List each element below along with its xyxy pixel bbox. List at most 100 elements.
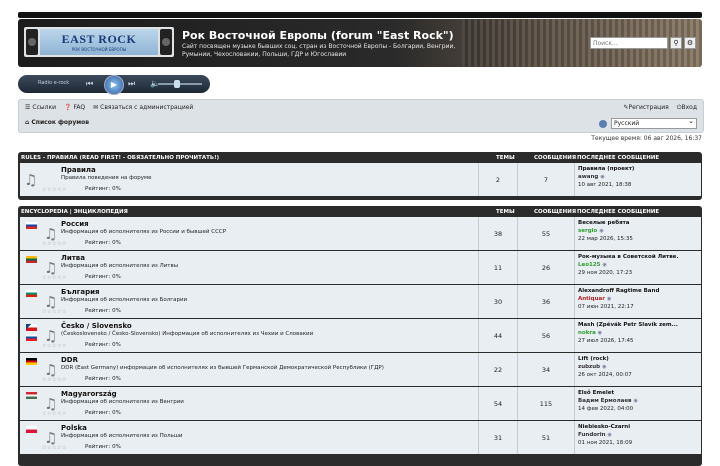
play-button[interactable]: ▶ [104, 75, 124, 95]
site-description: Сайт посвящен музыке бывших соц. стран и… [182, 43, 456, 58]
last-post-title[interactable]: Mash (Zpěvák Petr Slavík zem... [578, 322, 678, 328]
rewind-button[interactable]: ⏮ [86, 79, 93, 89]
view-post-icon[interactable]: ◉ [599, 228, 603, 234]
rating-stars-icon[interactable]: ☆☆☆☆☆ [42, 411, 67, 417]
last-post-author[interactable]: Fundorin [578, 432, 606, 438]
category-title[interactable]: RULES - ПРАВИЛА (READ FIRST! - ОБЯЗАТЕЛЬ… [21, 155, 219, 161]
last-post-author[interactable]: nokra [578, 330, 596, 336]
forum-description: Информация об исполнителях из России и б… [61, 229, 227, 235]
volume-knob[interactable] [174, 80, 180, 88]
last-post-author[interactable]: zubzub [578, 364, 600, 370]
rating-stars-icon[interactable]: ☆☆☆☆☆ [42, 187, 67, 193]
last-post-title[interactable]: Правила (проект) [578, 166, 634, 172]
last-post-title[interactable]: Niebiesko-Czarni [578, 424, 630, 430]
rating-stars-icon[interactable]: ☆☆☆☆☆ [42, 309, 67, 315]
topics-header: ТЕМЫ [496, 154, 515, 161]
forum-title[interactable]: Россия [61, 220, 89, 228]
forum-title[interactable]: Polska [61, 424, 87, 432]
register-link[interactable]: ✎Регистрация [623, 104, 668, 112]
forum-title[interactable]: Česko / Slovensko [61, 322, 132, 330]
last-post-author[interactable]: Вадим Ермолаев [578, 398, 632, 404]
last-post-author[interactable]: awang [578, 174, 598, 180]
forum-row[interactable]: ♫ Правила Правила поведения на форуме ☆☆☆☆☆… [20, 163, 701, 196]
forum-row[interactable]: ♫ Россия Информация об исполнителях из Рос… [20, 217, 701, 250]
home-icon: ⌂ [25, 119, 30, 126]
encyclopedia-category: ENCYCLOPEDIA | ЭНЦИКЛОПЕДИЯ ТЕМЫ СООБЩЕН… [18, 206, 702, 466]
last-post-title[interactable]: Lift (rock) [578, 356, 609, 362]
flag-icon [26, 256, 37, 263]
last-post-author[interactable]: Leo125 [578, 262, 601, 268]
language-select[interactable]: Русский [611, 117, 697, 129]
links-link[interactable]: ☰ Ссылки [25, 104, 56, 111]
advanced-search-button[interactable]: ⚙ [684, 37, 696, 49]
topics-header: ТЕМЫ [496, 208, 515, 215]
play-icon: ▶ [110, 80, 118, 89]
view-post-icon[interactable]: ◉ [602, 364, 606, 370]
flag-icon [26, 358, 37, 365]
flag-icon [26, 222, 37, 229]
posts-count: 36 [517, 285, 574, 318]
breadcrumb[interactable]: ⌂ Список форумов [25, 119, 89, 126]
search-input[interactable] [590, 37, 668, 49]
forum-title[interactable]: Литва [61, 254, 85, 262]
rating-stars-icon[interactable]: ☆☆☆☆☆ [42, 445, 67, 451]
last-post: Веселые ребята sergio ◉ 22 мар 2026, 15:35 [574, 217, 701, 250]
current-time: Текущее время: 06 авг 2026, 16:37 [591, 135, 702, 142]
site-title: Рок Восточной Европы (forum "East Rock") [182, 29, 454, 42]
forum-title[interactable]: Magyarország [61, 390, 117, 398]
forward-button[interactable]: ⏭ [128, 79, 135, 89]
topics-count: 2 [478, 163, 517, 196]
last-post-date: 07 июн 2021, 22:17 [578, 304, 634, 310]
rules-category: RULES - ПРАВИЛА (READ FIRST! - ОБЯЗАТЕЛЬ… [18, 152, 702, 200]
forum-description: Информация об исполнителях из Литвы [61, 263, 179, 269]
rating-stars-icon[interactable]: ☆☆☆☆☆ [42, 241, 67, 247]
forum-rating: Рейтинг: 0% [85, 444, 121, 450]
volume-slider[interactable] [158, 83, 202, 85]
last-post-title[interactable]: Веселые ребята [578, 220, 630, 226]
last-post-title[interactable]: Alexandroff Ragtime Band [578, 288, 659, 294]
last-post: Lift (rock) zubzub ◉ 26 окт 2024, 00:07 [574, 353, 701, 386]
forum-row[interactable]: ♫ DDR DDR (East Germany) информация об исп… [20, 353, 701, 386]
posts-count: 115 [517, 387, 574, 420]
forum-row[interactable]: ♫ България Информация об исполнителях из Б… [20, 285, 701, 318]
search-box: ⚲ ⚙ [590, 37, 696, 49]
globe-icon [599, 119, 607, 128]
forum-row[interactable]: ♫ Polska Информация об исполнителях из Пол… [20, 421, 701, 454]
posts-count: 7 [517, 163, 574, 196]
forum-title[interactable]: DDR [61, 356, 78, 364]
flag-icon [26, 426, 37, 433]
rating-stars-icon[interactable]: ☆☆☆☆☆ [42, 377, 67, 383]
rating-stars-icon[interactable]: ☆☆☆☆☆ [42, 343, 67, 349]
site-logo[interactable]: EAST ROCK РОК ВОСТОЧНОЙ ЕВРОПЫ [24, 27, 174, 57]
forum-row[interactable]: ♫ Česko / Slovensko (Československo / Česk… [20, 319, 701, 352]
logo-subtext: РОК ВОСТОЧНОЙ ЕВРОПЫ [71, 47, 127, 52]
last-post-author[interactable]: sergio [578, 228, 597, 234]
forum-title[interactable]: България [61, 288, 100, 296]
view-post-icon[interactable]: ◉ [607, 296, 611, 302]
view-post-icon[interactable]: ◉ [598, 330, 602, 336]
last-post-title[interactable]: Első Emelet [578, 390, 614, 396]
topics-count: 44 [478, 319, 517, 352]
last-post-date: 22 мар 2026, 15:35 [578, 236, 633, 242]
view-post-icon[interactable]: ◉ [634, 398, 638, 404]
forum-title[interactable]: Правила [61, 166, 96, 174]
forum-rating: Рейтинг: 0% [85, 186, 121, 192]
posts-header: СООБЩЕНИЯ [534, 154, 577, 161]
forum-row[interactable]: ♫ Magyarország Информация об исполнителях … [20, 387, 701, 420]
search-button[interactable]: ⚲ [670, 37, 682, 49]
faq-link[interactable]: ❓ FAQ [64, 104, 85, 111]
forum-row[interactable]: ♫ Литва Информация об исполнителях из Литв… [20, 251, 701, 284]
rating-stars-icon[interactable]: ☆☆☆☆☆ [42, 275, 67, 281]
view-post-icon[interactable]: ◉ [603, 262, 607, 268]
contact-link[interactable]: ✉ Связаться с администрацией [93, 104, 193, 111]
category-title[interactable]: ENCYCLOPEDIA | ЭНЦИКЛОПЕДИЯ [21, 209, 128, 215]
last-post: Niebiesko-Czarni Fundorin ◉ 01 ноя 2021, 18… [574, 421, 701, 454]
login-link[interactable]: ⏻Вход [677, 104, 697, 112]
view-post-icon[interactable]: ◉ [608, 432, 612, 438]
flag-icon [26, 334, 37, 341]
forum-description: Правила поведения на форуме [61, 175, 152, 181]
last-post-title[interactable]: Рок-музыка в Советской Литве. [578, 254, 679, 260]
gear-icon: ⚙ [686, 39, 694, 47]
view-post-icon[interactable]: ◉ [600, 174, 604, 180]
last-post-author[interactable]: Antiquar [578, 296, 605, 302]
